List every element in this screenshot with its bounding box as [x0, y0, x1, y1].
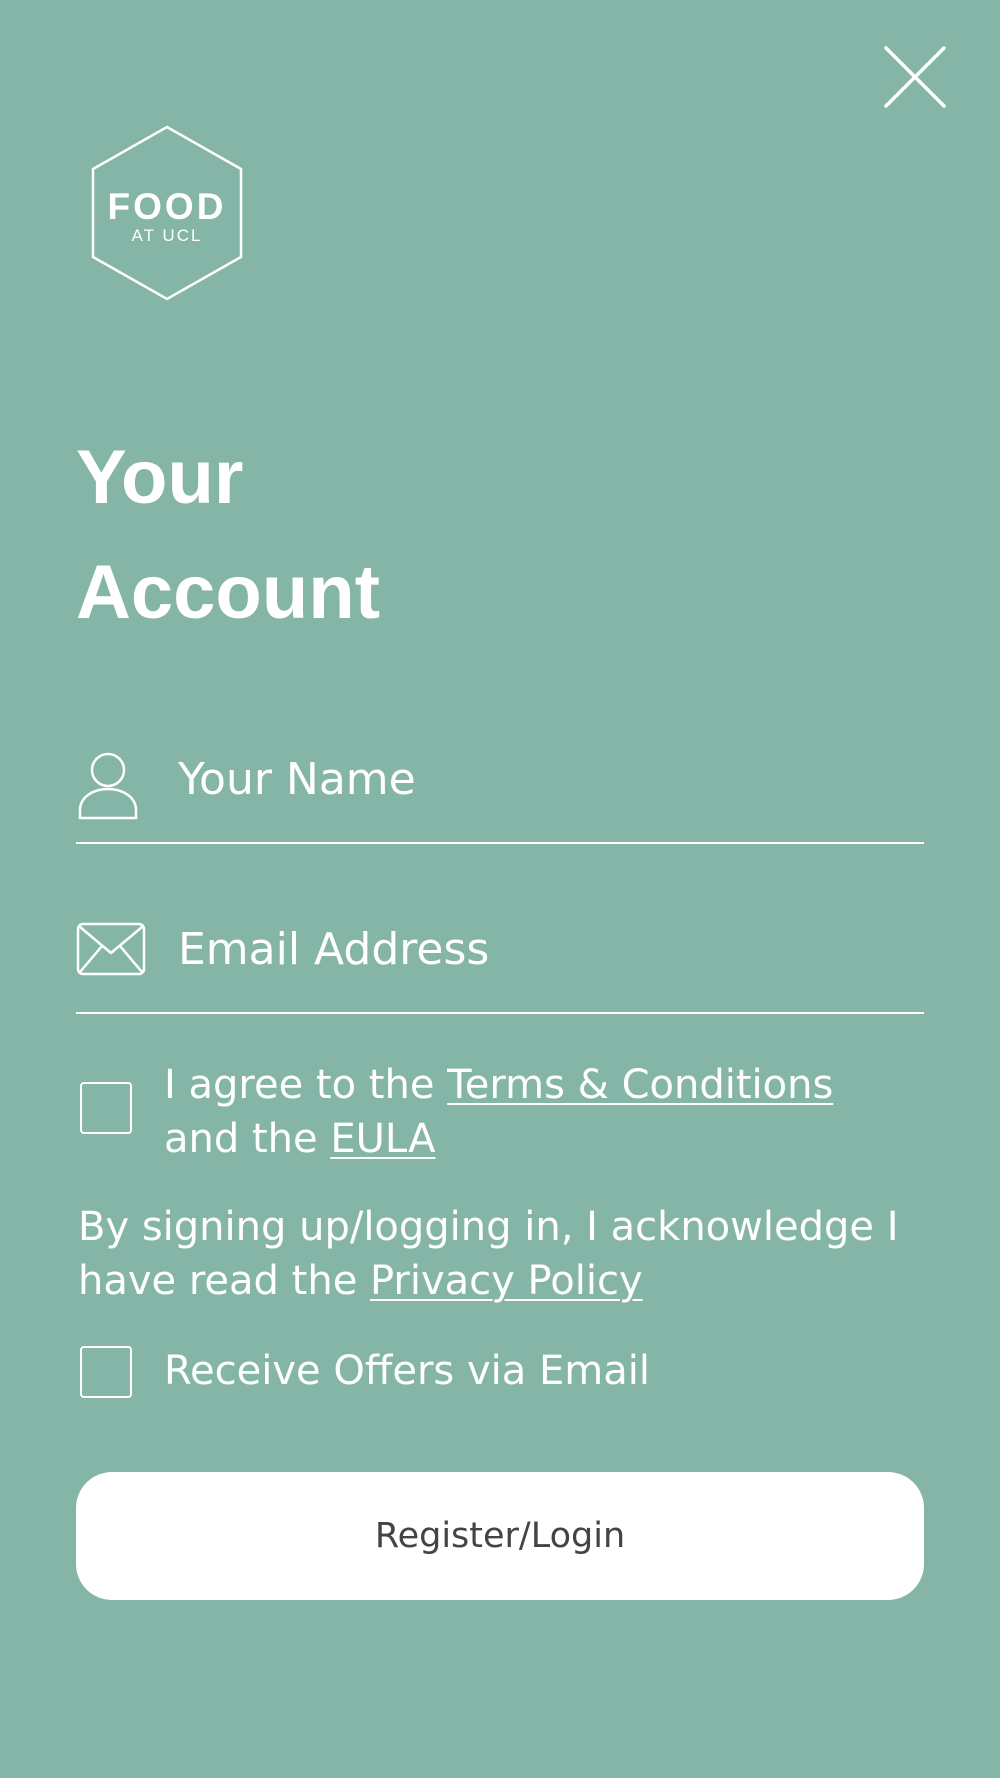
- offers-row: Receive Offers via Email: [76, 1346, 936, 1406]
- terms-checkbox[interactable]: [80, 1082, 132, 1134]
- food-at-ucl-logo: FOOD AT UCL: [88, 124, 246, 302]
- user-icon: [78, 752, 138, 820]
- terms-text-line-1: I agree to the Terms & Conditions: [164, 1058, 833, 1112]
- privacy-policy-link[interactable]: Privacy Policy: [370, 1258, 643, 1304]
- page-title-line-2: Account: [76, 550, 380, 635]
- name-input[interactable]: [178, 752, 918, 806]
- page-title-line-1: Your: [76, 435, 244, 520]
- close-icon: [884, 46, 946, 108]
- privacy-text-line-1: By signing up/logging in, I acknowledge …: [78, 1204, 899, 1250]
- offers-label: Receive Offers via Email: [164, 1348, 650, 1394]
- privacy-text-line-2-prefix: have read the: [78, 1258, 371, 1304]
- terms-middle: and the: [164, 1116, 331, 1162]
- logo-subtitle: AT UCL: [131, 226, 203, 245]
- terms-conditions-link[interactable]: Terms & Conditions: [447, 1062, 833, 1108]
- privacy-acknowledgement: By signing up/logging in, I acknowledge …: [78, 1200, 938, 1308]
- email-field: [76, 922, 924, 1014]
- envelope-icon: [76, 922, 146, 976]
- terms-prefix: I agree to the: [164, 1062, 448, 1108]
- offers-checkbox[interactable]: [80, 1346, 132, 1398]
- eula-link[interactable]: EULA: [330, 1116, 435, 1162]
- close-button[interactable]: [880, 42, 950, 112]
- logo-wordmark: FOOD: [107, 186, 227, 227]
- email-input[interactable]: [178, 922, 918, 976]
- name-field: [76, 752, 924, 844]
- register-login-button[interactable]: Register/Login: [76, 1472, 924, 1600]
- page-title: Your Account: [76, 420, 776, 650]
- terms-agreement-row: I agree to the Terms & Conditions and th…: [76, 1058, 936, 1170]
- terms-text-line-2: and the EULA: [164, 1112, 833, 1166]
- account-screen: FOOD AT UCL Your Account I agree to the …: [0, 0, 1000, 1778]
- terms-text: I agree to the Terms & Conditions and th…: [164, 1058, 833, 1166]
